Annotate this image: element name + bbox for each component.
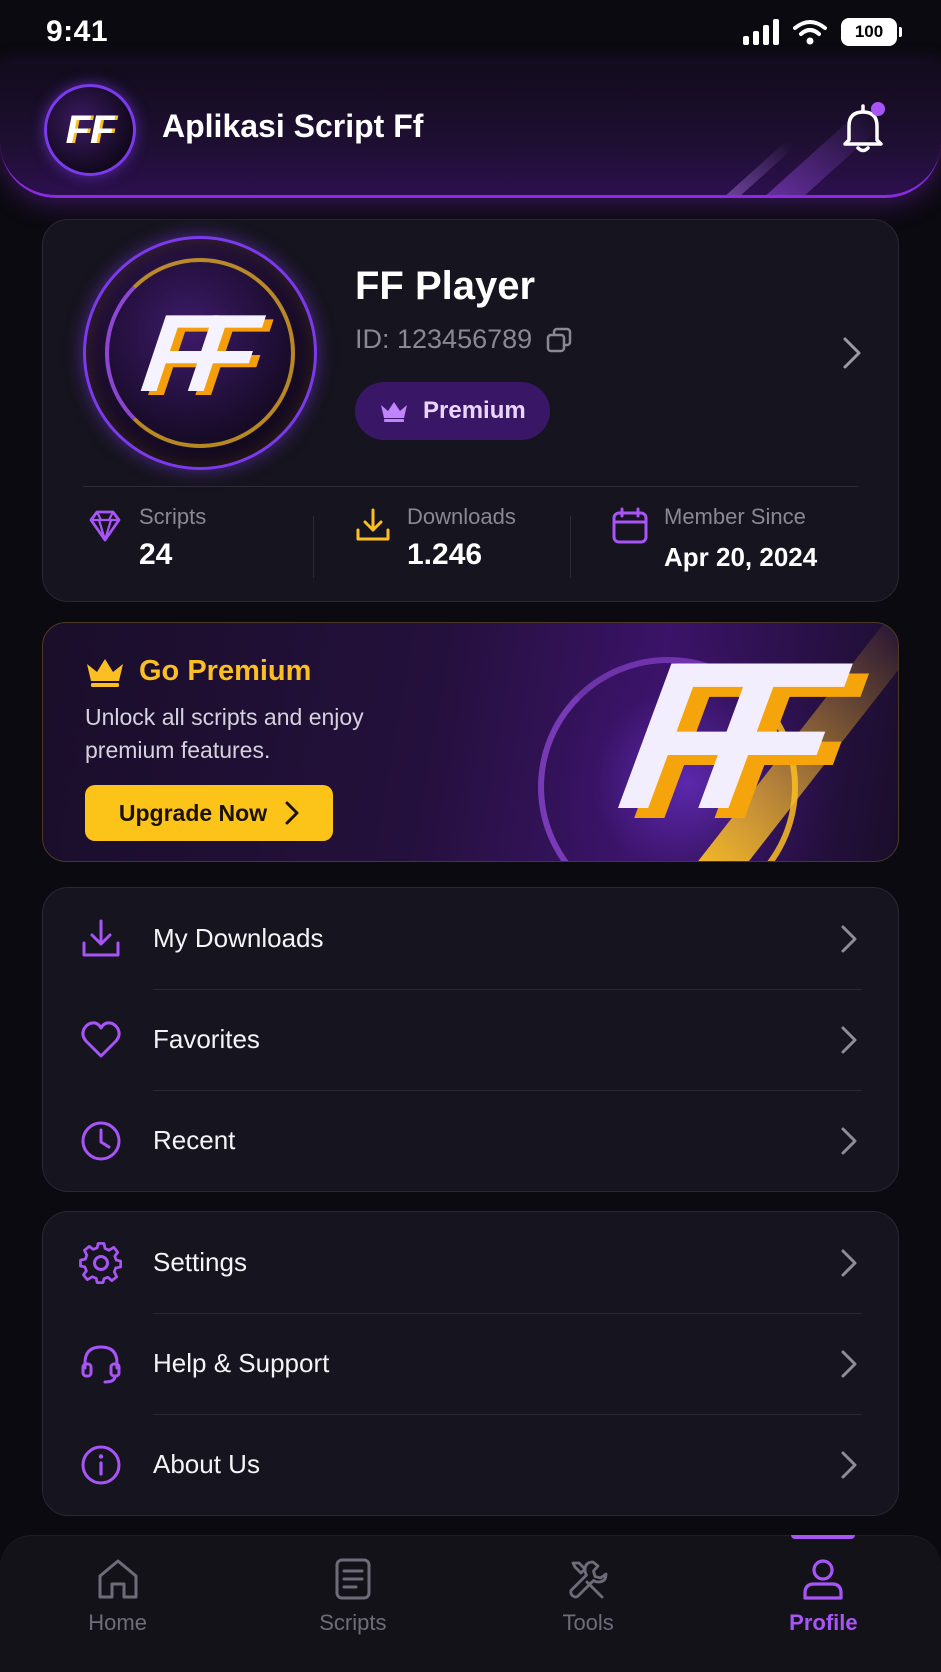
info-icon (79, 1443, 123, 1487)
profile-stats: Scripts 24 Downloads 1.246 Member Since … (43, 502, 898, 592)
bottom-nav: Home Scripts Tools Profile (0, 1535, 941, 1672)
stat-downloads: Downloads 1.246 (313, 502, 570, 592)
chevron-right-icon (285, 801, 299, 825)
stat-value: 24 (139, 538, 173, 571)
avatar-logo: FF (135, 291, 247, 415)
menu-item-label: My Downloads (153, 923, 324, 953)
stat-value: 1.246 (407, 538, 483, 571)
nav-scripts[interactable]: Scripts (235, 1536, 470, 1672)
home-icon (98, 1559, 138, 1599)
menu-item-about-us[interactable]: About Us (43, 1414, 898, 1515)
stat-scripts: Scripts 24 (43, 502, 313, 592)
clock-icon (79, 1119, 123, 1163)
menu-group-settings: Settings Help & Support About Us (42, 1211, 899, 1516)
menu-item-label: Help & Support (153, 1348, 330, 1378)
status-bar: 9:41 100 (0, 0, 941, 64)
premium-banner-art: FF (478, 623, 898, 861)
chevron-right-icon[interactable] (842, 336, 862, 370)
chevron-right-icon (841, 1026, 857, 1053)
download-icon (356, 508, 390, 541)
download-icon (79, 917, 123, 961)
stat-label: Member Since (664, 504, 806, 529)
nav-label: Home (88, 1610, 147, 1635)
wifi-icon (793, 20, 827, 45)
player-id-text: ID: 123456789 (355, 324, 533, 354)
menu-item-help-support[interactable]: Help & Support (43, 1313, 898, 1414)
upgrade-now-label: Upgrade Now (118, 799, 268, 826)
chevron-right-icon (841, 1127, 857, 1154)
menu-group-library: My Downloads Favorites Recent (42, 887, 899, 1192)
menu-item-label: Settings (153, 1247, 247, 1277)
chevron-right-icon (841, 925, 857, 952)
gear-icon (79, 1241, 123, 1285)
promo-title: Go Premium (85, 655, 311, 688)
status-time: 9:41 (46, 15, 109, 48)
player-name: FF Player (355, 264, 536, 308)
nav-label: Profile (789, 1610, 858, 1635)
stat-value: Apr 20, 2024 (664, 542, 818, 572)
stat-label: Scripts (139, 504, 207, 529)
premium-banner[interactable]: FF Go Premium Unlock all scripts and enj… (42, 622, 899, 862)
signal-icon (743, 19, 779, 45)
menu-item-label: Recent (153, 1125, 236, 1155)
app-header: FF Aplikasi Script Ff (0, 64, 941, 198)
menu-item-recent[interactable]: Recent (43, 1090, 898, 1191)
tools-icon (569, 1560, 608, 1599)
status-icons: 100 (743, 18, 902, 46)
menu-item-my-downloads[interactable]: My Downloads (43, 888, 898, 989)
app-logo: FF (44, 84, 136, 176)
nav-label: Scripts (319, 1610, 387, 1635)
promo-title-text: Go Premium (139, 655, 312, 687)
stat-member-since: Member Since Apr 20, 2024 (570, 502, 898, 592)
menu-item-label: Favorites (153, 1024, 260, 1054)
document-icon (335, 1558, 371, 1600)
premium-badge-label: Premium (423, 397, 526, 424)
copy-icon[interactable] (546, 327, 572, 353)
nav-home[interactable]: Home (0, 1536, 235, 1672)
chevron-right-icon (841, 1451, 857, 1478)
promo-description: Unlock all scripts and enjoy premium fea… (85, 704, 364, 763)
calendar-icon (612, 507, 648, 544)
profile-card[interactable]: FF FF Player ID: 123456789 Premium Scrip… (42, 219, 899, 602)
chevron-right-icon (841, 1350, 857, 1377)
menu-item-favorites[interactable]: Favorites (43, 989, 898, 1090)
nav-active-indicator (791, 1535, 856, 1539)
app-title: Aplikasi Script Ff (162, 108, 424, 144)
chevron-right-icon (841, 1249, 857, 1276)
crown-icon (87, 658, 123, 687)
nav-label: Tools (562, 1610, 614, 1635)
player-id: ID: 123456789 (355, 324, 572, 355)
nav-tools[interactable]: Tools (471, 1536, 706, 1672)
upgrade-now-button[interactable]: Upgrade Now (85, 785, 333, 841)
user-icon (803, 1559, 843, 1600)
notification-button[interactable] (839, 102, 887, 154)
crown-icon (381, 402, 407, 422)
notification-dot (871, 102, 885, 116)
stat-label: Downloads (407, 504, 516, 529)
premium-badge: Premium (355, 382, 550, 440)
divider (83, 486, 858, 487)
diamond-icon (89, 510, 121, 542)
battery-icon: 100 (841, 18, 902, 46)
menu-item-settings[interactable]: Settings (43, 1212, 898, 1313)
heart-icon (79, 1018, 123, 1062)
avatar: FF (83, 236, 317, 470)
menu-item-label: About Us (153, 1449, 260, 1479)
headset-icon (79, 1342, 123, 1386)
nav-profile[interactable]: Profile (706, 1535, 941, 1672)
